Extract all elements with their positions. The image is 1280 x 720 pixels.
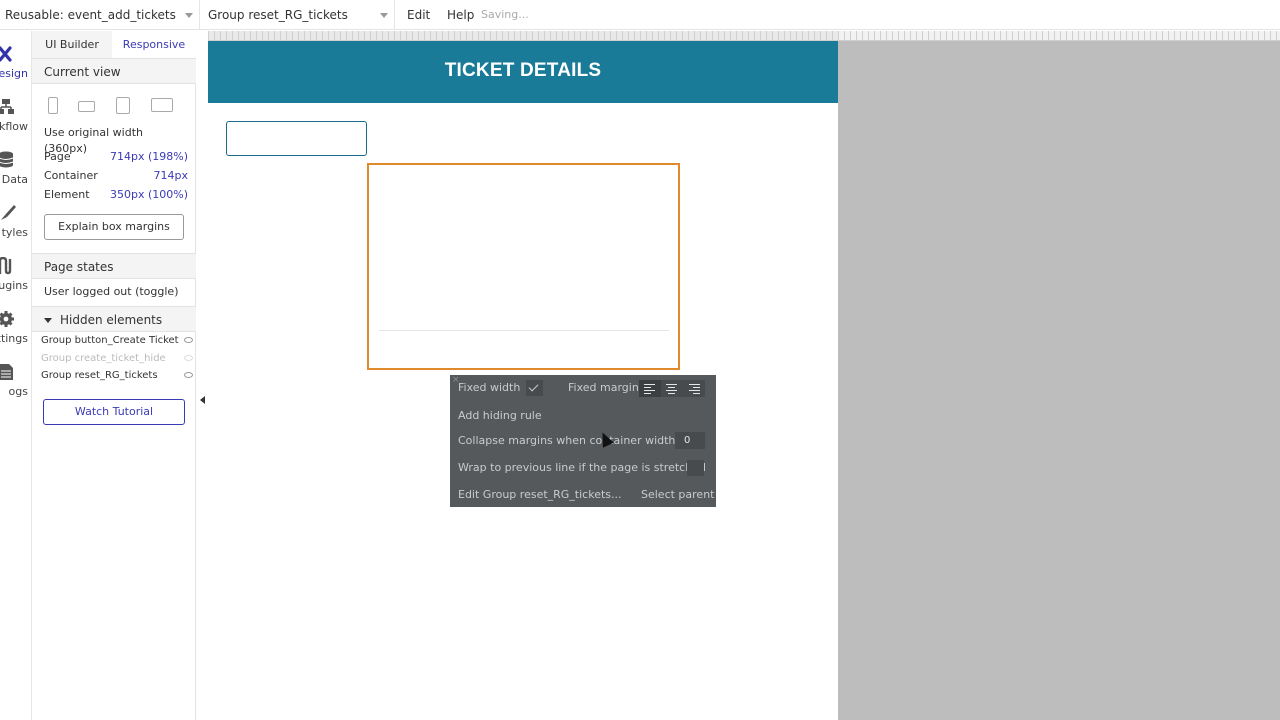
logs-icon [0, 364, 13, 380]
container-width-row: Container 714px [44, 168, 188, 184]
align-left-button[interactable] [639, 380, 661, 397]
nav-label-logs: ogs [8, 385, 28, 398]
element-width-label: Element [44, 188, 90, 201]
page-states-heading: Page states [32, 253, 196, 279]
fixed-margin-label: Fixed margin [568, 381, 639, 394]
page-state-item[interactable]: User logged out (toggle) [44, 284, 188, 300]
nav-label-workflow: rkflow [0, 120, 28, 133]
eye-icon[interactable] [184, 372, 193, 378]
nav-label-design: esign [0, 67, 28, 80]
wrap-previous-line-checkbox[interactable] [687, 460, 704, 476]
page-width-label: Page [44, 150, 71, 163]
group-reset-rg-tickets[interactable] [367, 163, 680, 370]
nav-label-settings: ttings [0, 332, 28, 345]
menu-help[interactable]: Help [447, 0, 474, 30]
styles-icon [1, 205, 16, 220]
nav-item-styles[interactable]: tyles [0, 196, 31, 246]
device-preview-selector [44, 97, 184, 119]
hidden-element-item[interactable]: Group button_Create Ticket [41, 334, 195, 348]
workflow-icon [0, 99, 14, 114]
explain-box-margins-button[interactable]: Explain box margins [44, 214, 184, 240]
hidden-element-label: Group create_ticket_hide [41, 353, 166, 364]
settings-icon [0, 311, 14, 327]
eye-icon[interactable] [184, 337, 193, 343]
page-state-label: User logged out (toggle) [44, 285, 179, 298]
design-icon [0, 46, 12, 62]
nav-item-workflow[interactable]: rkflow [0, 90, 31, 140]
element-width-row: Element 350px (100%) [44, 187, 188, 203]
element-selector-label: Group reset_RG_tickets [208, 8, 348, 22]
left-nav: esign rkflow Data tyles ugins [0, 31, 32, 720]
responsive-properties-popup: × Fixed width Fixed margin Add hiding ru… [450, 375, 716, 507]
panel-collapse-strip [196, 31, 208, 720]
tab-responsive[interactable]: Responsive [112, 31, 196, 58]
panel-tabs: UI Builder Responsive [32, 31, 196, 58]
ticket-details-header[interactable]: TICKET DETAILS [208, 41, 838, 103]
watch-tutorial-button[interactable]: Watch Tutorial [43, 399, 185, 425]
nav-item-plugins[interactable]: ugins [0, 249, 31, 299]
save-status: Saving... [481, 8, 529, 21]
top-bar: Reusable: event_add_tickets Group reset_… [0, 0, 1280, 30]
add-hiding-rule-link[interactable]: Add hiding rule [458, 408, 542, 424]
hidden-element-item[interactable]: Group create_ticket_hide [41, 352, 195, 366]
mobile-icon[interactable] [48, 97, 58, 114]
select-parent-link[interactable]: Select parent [641, 487, 715, 503]
tab-ui-builder[interactable]: UI Builder [32, 31, 112, 58]
hidden-element-label: Group reset_RG_tickets [41, 370, 158, 381]
mobile-landscape-icon[interactable] [78, 101, 95, 112]
collapse-margins-label: Collapse margins when container width ≤ [458, 434, 689, 447]
use-original-width-toggle[interactable]: Use original width (360px) [44, 125, 188, 155]
laptop-icon[interactable] [151, 98, 173, 112]
page-width-row: Page 714px (198%) [44, 149, 188, 165]
input-element[interactable] [226, 121, 367, 156]
align-right-button[interactable] [683, 380, 705, 397]
nav-label-data: Data [1, 173, 28, 186]
nav-item-data[interactable]: Data [0, 143, 31, 193]
wrap-previous-line-label: Wrap to previous line if the page is str… [458, 461, 706, 474]
chevron-down-icon [380, 13, 388, 18]
nav-label-plugins: ugins [0, 279, 28, 292]
align-center-button[interactable] [661, 380, 683, 397]
reusable-element-dropdown-label: Reusable: event_add_tickets [5, 8, 176, 22]
hidden-element-label: Group button_Create Ticket [41, 335, 179, 346]
reusable-element-dropdown[interactable]: Reusable: event_add_tickets [0, 0, 200, 30]
nav-label-styles: tyles [1, 226, 28, 239]
fixed-width-checkbox[interactable] [526, 380, 543, 396]
nav-item-design[interactable]: esign [0, 37, 31, 87]
horizontal-ruler [208, 31, 1280, 41]
nav-item-logs[interactable]: ogs [0, 355, 31, 405]
menu-edit[interactable]: Edit [407, 0, 430, 30]
fixed-width-label: Fixed width [458, 381, 521, 394]
group-divider [379, 330, 669, 331]
responsive-panel: UI Builder Responsive Current view Use o… [32, 31, 196, 720]
page-width-value[interactable]: 714px (198%) [110, 149, 188, 165]
nav-item-settings[interactable]: ttings [0, 302, 31, 352]
collapse-panel-icon[interactable] [200, 396, 205, 404]
tablet-icon[interactable] [116, 97, 130, 114]
edit-element-link[interactable]: Edit Group reset_RG_tickets... [458, 487, 622, 503]
container-width-label: Container [44, 169, 98, 182]
hidden-element-item[interactable]: Group reset_RG_tickets [41, 369, 195, 383]
element-selector-dropdown[interactable]: Group reset_RG_tickets [203, 0, 395, 30]
container-width-value[interactable]: 714px [154, 168, 189, 184]
chevron-down-icon [185, 13, 193, 18]
header-title: TICKET DETAILS [444, 60, 602, 81]
caret-down-icon [44, 318, 52, 323]
plugins-icon [0, 257, 12, 275]
collapse-margins-input[interactable]: 0 [675, 432, 705, 449]
data-icon [0, 151, 14, 168]
hidden-elements-title: Hidden elements [60, 313, 163, 327]
hidden-elements-heading[interactable]: Hidden elements [32, 306, 196, 332]
eye-icon[interactable] [184, 355, 193, 361]
current-view-heading: Current view [32, 58, 196, 84]
element-width-value[interactable]: 350px (100%) [110, 187, 188, 203]
